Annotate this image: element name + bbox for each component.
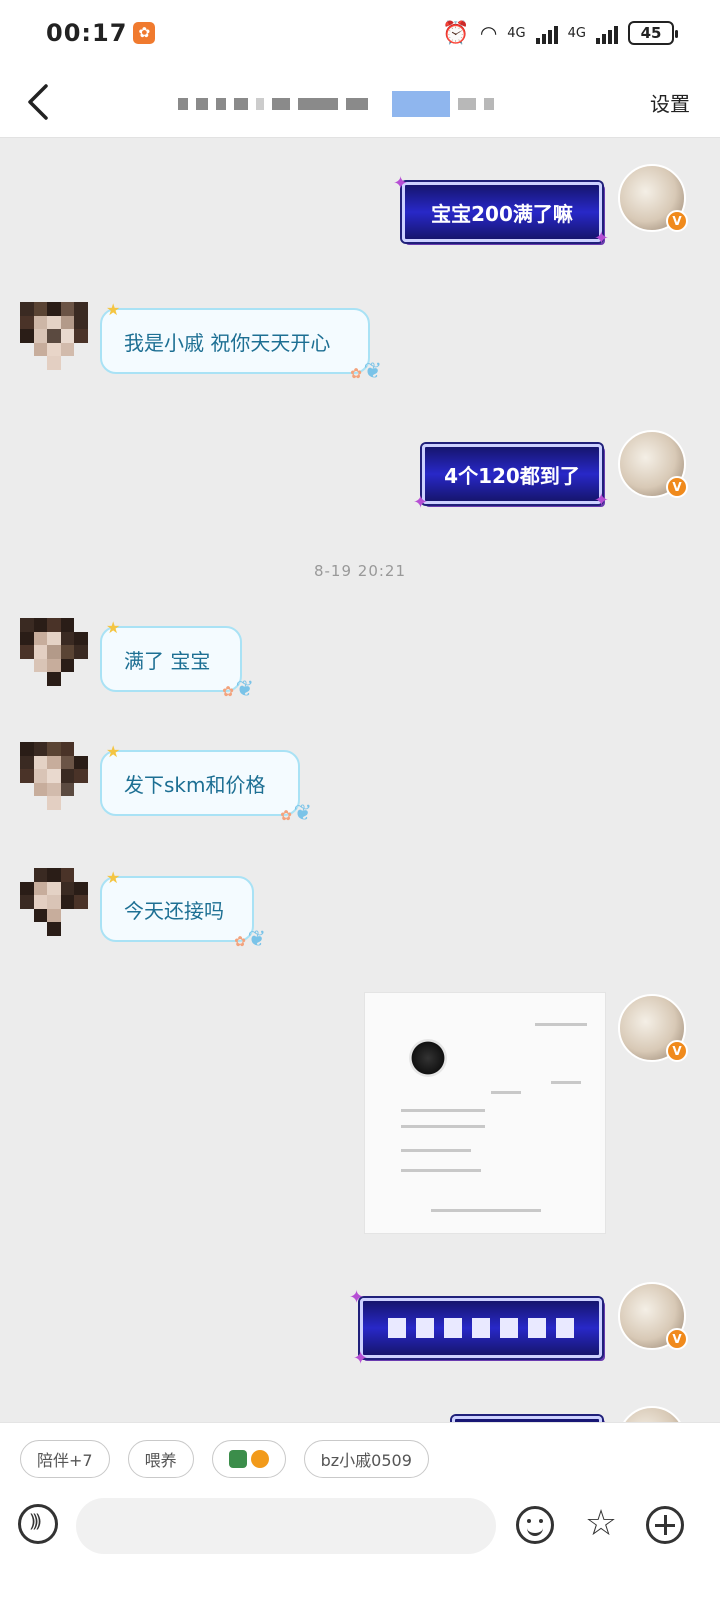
wifi-icon: ◠: [479, 21, 498, 45]
message-input[interactable]: [76, 1498, 496, 1554]
incoming-message[interactable]: ★ 今天还接吗 ✿ ❦: [100, 868, 266, 952]
image-message[interactable]: [364, 992, 606, 1234]
redacted-text: [388, 1318, 574, 1338]
my-avatar[interactable]: V: [618, 430, 688, 498]
sparkle-icon: ✦: [349, 1287, 365, 1308]
my-avatar[interactable]: V: [618, 1282, 688, 1350]
star-decoration-icon: ★: [106, 618, 121, 637]
flower-decoration-icon: ✿: [280, 808, 292, 824]
feed-chip[interactable]: 喂养: [127, 1439, 194, 1478]
clock: 00:17: [46, 19, 128, 47]
chat-header: 设置: [0, 66, 720, 138]
status-bar: 00:17 ✿ ⏰ ◠ 4G 4G 45: [0, 0, 720, 66]
image-text-line: [431, 1209, 541, 1212]
my-avatar[interactable]: V: [618, 164, 688, 232]
incoming-message[interactable]: ★ 满了 宝宝 ✿ ❦: [100, 618, 254, 702]
incoming-message[interactable]: ★ 我是小戚 祝你天天开心 ✿ ❦: [100, 300, 382, 384]
star-decoration-icon: ★: [106, 868, 121, 887]
gift-icon: [228, 1449, 269, 1468]
companion-chip[interactable]: 陪伴+7: [20, 1439, 110, 1478]
user-tag-chip[interactable]: bz小戚0509: [303, 1439, 429, 1478]
network-type-2: 4G: [567, 25, 586, 41]
contact-name-redacted: [178, 91, 548, 117]
battery-icon: 45: [628, 21, 678, 45]
signal-icon-2: [596, 22, 618, 44]
settings-button[interactable]: 设置: [650, 88, 690, 117]
contact-avatar[interactable]: [20, 868, 88, 936]
flower-decoration-icon: ✿: [222, 684, 234, 700]
signal-icon: [535, 22, 558, 44]
outgoing-message[interactable]: ✦ ✦ 4个120都到了: [413, 444, 609, 513]
sparkle-icon: ✦: [353, 1348, 369, 1369]
image-text-line: [401, 1169, 481, 1172]
image-text-line: [491, 1091, 521, 1094]
star-decoration-icon: ★: [106, 742, 121, 761]
outgoing-message[interactable]: ✦ ✦ 宝宝200满了嘛: [393, 173, 609, 249]
v-badge-icon: V: [666, 476, 688, 498]
emoji-icon[interactable]: [516, 1506, 554, 1544]
sparkle-icon: ✦: [593, 490, 609, 511]
image-text-line: [401, 1109, 485, 1112]
sparkle-icon: ✦: [393, 173, 409, 194]
plus-icon[interactable]: [646, 1506, 684, 1544]
network-type-1: 4G: [507, 25, 526, 41]
gift-chip[interactable]: [211, 1439, 286, 1478]
message-text: 今天还接吗: [124, 898, 224, 923]
battery-level: 45: [640, 24, 662, 42]
flower-decoration-icon: ✿: [350, 366, 362, 382]
quick-action-bar: 陪伴+7 喂养 bz小戚0509: [0, 1422, 720, 1494]
sparkle-icon: ✦: [413, 492, 429, 513]
my-avatar[interactable]: V: [618, 994, 688, 1062]
flower-decoration-icon: ✿: [234, 934, 246, 950]
message-list[interactable]: ✦ ✦ 宝宝200满了嘛 V ★ 我是小戚 祝你天天开心 ✿ ❦ ✦ ✦ 4个1…: [0, 138, 720, 1456]
contact-avatar[interactable]: [20, 742, 88, 810]
shell-decoration-icon: ❦: [247, 927, 266, 952]
shell-decoration-icon: ❦: [363, 359, 382, 384]
star-decoration-icon: ★: [106, 300, 121, 319]
back-arrow-icon[interactable]: [22, 82, 58, 122]
contact-avatar[interactable]: [20, 302, 88, 370]
image-text-line: [401, 1125, 485, 1128]
v-badge-icon: V: [666, 1328, 688, 1350]
image-text-line: [401, 1149, 471, 1152]
message-text: 4个120都到了: [444, 463, 580, 488]
shell-decoration-icon: ❦: [293, 801, 312, 826]
v-badge-icon: V: [666, 1040, 688, 1062]
message-text: 发下skm和价格: [124, 772, 266, 797]
contact-avatar[interactable]: [20, 618, 88, 686]
message-timestamp: 8-19 20:21: [313, 562, 407, 580]
v-badge-icon: V: [666, 210, 688, 232]
alarm-icon: ⏰: [442, 20, 470, 46]
voice-icon[interactable]: [18, 1504, 58, 1544]
message-text: 我是小戚 祝你天天开心: [124, 330, 331, 355]
image-thumbnail-avatar: [409, 1039, 447, 1077]
outgoing-message-redacted[interactable]: ✦ ✦: [349, 1287, 602, 1369]
star-sticker-icon[interactable]: ☆: [582, 1506, 620, 1544]
message-text: 宝宝200满了嘛: [431, 201, 573, 226]
app-notification-icon: ✿: [133, 22, 156, 44]
message-text: 满了 宝宝: [124, 648, 211, 673]
status-icons: ⏰ ◠ 4G 4G 45: [442, 20, 678, 46]
incoming-message[interactable]: ★ 发下skm和价格 ✿ ❦: [100, 742, 312, 826]
message-input-bar: ☆: [0, 1494, 720, 1604]
sparkle-icon: ✦: [593, 228, 609, 249]
image-text-line: [551, 1081, 581, 1084]
shell-decoration-icon: ❦: [235, 677, 254, 702]
image-text-line: [535, 1023, 587, 1026]
